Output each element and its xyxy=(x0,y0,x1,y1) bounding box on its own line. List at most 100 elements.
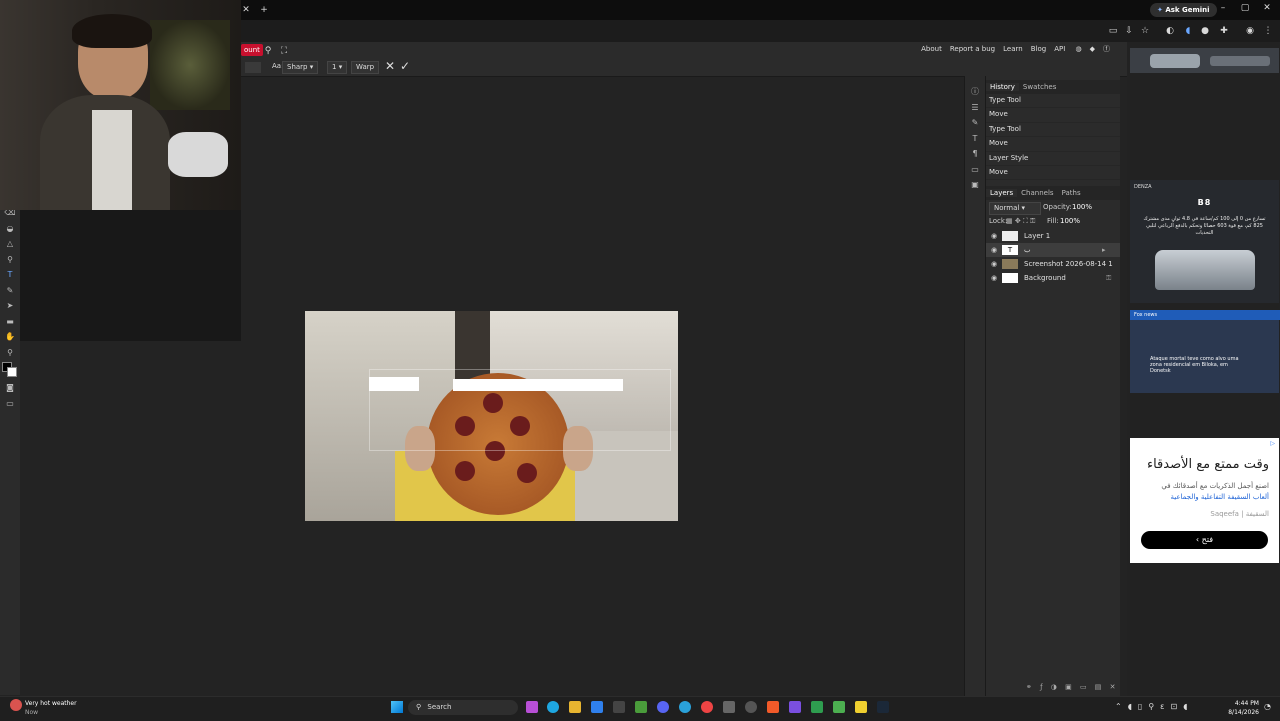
taskbar-search[interactable]: ⚲ Search xyxy=(408,700,518,715)
minimize-button[interactable]: – xyxy=(1212,3,1234,13)
commit-check-icon[interactable]: ✓ xyxy=(400,59,410,73)
weather-icon[interactable] xyxy=(10,699,22,711)
file-explorer-icon[interactable] xyxy=(569,701,581,713)
shape-tool-icon[interactable]: ▬ xyxy=(0,314,20,330)
menu-kebab-icon[interactable]: ⋮ xyxy=(1262,25,1274,37)
system-tray-icons[interactable]: ⌃◖▯⚲ε⊡◖ xyxy=(1115,702,1193,711)
fill-value[interactable]: 100% xyxy=(1060,217,1080,225)
discord-icon[interactable] xyxy=(657,701,669,713)
ad-saqeefa[interactable]: ▷ وقت ممتع مع الأصدقاء اصنع أجمل الذكريا… xyxy=(1130,438,1279,563)
dodge-tool-icon[interactable]: ⚲ xyxy=(0,252,20,268)
app-icon[interactable] xyxy=(833,701,845,713)
image-panel-icon[interactable]: ▣ xyxy=(965,177,985,193)
layer-effects-icon[interactable]: ▸ xyxy=(1102,243,1106,257)
app-icon[interactable] xyxy=(745,701,757,713)
quick-mask-icon[interactable]: ◙ xyxy=(0,380,20,396)
paragraph-panel-icon[interactable]: ¶ xyxy=(965,146,985,162)
path-select-tool-icon[interactable]: ➤ xyxy=(0,298,20,314)
layer-row[interactable]: ◉ Background ⚿ xyxy=(986,271,1120,285)
twitter-icon[interactable]: ◆ xyxy=(1090,45,1095,53)
text-orientation-icon[interactable] xyxy=(245,62,261,73)
warp-button[interactable]: Warp xyxy=(351,61,380,74)
history-item[interactable]: Move xyxy=(986,108,1120,123)
ad-open-button[interactable]: ‹ فتح xyxy=(1141,531,1268,549)
info-panel-icon[interactable]: ⓘ xyxy=(965,84,985,100)
tab-paths[interactable]: Paths xyxy=(1058,189,1085,197)
account-button[interactable]: ount xyxy=(241,44,263,56)
cast-icon[interactable]: ▭ xyxy=(1107,25,1119,37)
opacity-value[interactable]: 100% xyxy=(1072,203,1092,211)
transform-bounding-box[interactable] xyxy=(369,369,671,451)
sharpen-tool-icon[interactable]: △ xyxy=(0,236,20,252)
weather-title[interactable]: Very hot weather xyxy=(25,700,77,707)
canvas-text-layer[interactable] xyxy=(369,369,671,451)
cancel-icon[interactable]: ✕ xyxy=(385,59,395,73)
api-link[interactable]: API xyxy=(1054,45,1065,53)
report-bug-link[interactable]: Report a bug xyxy=(950,45,995,53)
app-icon[interactable] xyxy=(591,701,603,713)
layer-row[interactable]: ◉ Layer 1 xyxy=(986,229,1120,243)
excel-icon[interactable] xyxy=(811,701,823,713)
layer-row[interactable]: ◉ Screenshot 2026-08-14 1 xyxy=(986,257,1120,271)
type-tool-icon[interactable]: T xyxy=(0,267,20,283)
brave-icon[interactable] xyxy=(767,701,779,713)
blend-mode-select[interactable]: Normal ▾ xyxy=(989,202,1041,216)
app-icon[interactable] xyxy=(789,701,801,713)
ad-denza[interactable]: DENZA B8 تسارع من 0 إلى 100 كم/ساعة في 4… xyxy=(1130,180,1279,303)
layer-row-selected[interactable]: ◉ T ب ▸ xyxy=(986,243,1120,258)
color-swatches[interactable] xyxy=(0,360,20,380)
install-icon[interactable]: ⇩ xyxy=(1123,25,1135,37)
layers-footer-buttons[interactable]: ⚭ ƒ ◑ ▣ ▭ ▤ ✕ xyxy=(1026,683,1119,691)
ad-news[interactable]: Fox news Ataque mortal teve como alvo um… xyxy=(1130,310,1280,393)
history-item[interactable]: Move xyxy=(986,166,1120,181)
tab-history[interactable]: History xyxy=(986,83,1019,91)
profile-icon[interactable]: ◉ xyxy=(1244,25,1256,37)
blog-link[interactable]: Blog xyxy=(1031,45,1046,53)
notification-bell-icon[interactable]: ◔ xyxy=(1264,702,1271,711)
fullscreen-icon[interactable]: ⛶ xyxy=(278,45,290,57)
search-icon[interactable]: ⚲ xyxy=(262,45,274,57)
reddit-icon[interactable]: ◍ xyxy=(1076,45,1082,53)
history-item[interactable]: Type Tool xyxy=(986,123,1120,138)
hand-tool-icon[interactable]: ✋ xyxy=(0,329,20,345)
app-icon[interactable] xyxy=(613,701,625,713)
history-item[interactable]: Type Tool xyxy=(986,94,1120,109)
audio-icon[interactable]: ◖ xyxy=(1182,25,1194,37)
pen-tool-icon[interactable]: ✎ xyxy=(0,283,20,299)
ad-choices-icon[interactable]: ▷ xyxy=(1270,440,1275,447)
chrome-icon[interactable] xyxy=(701,701,713,713)
visibility-eye-icon[interactable]: ◉ xyxy=(991,257,997,271)
ask-gemini-button[interactable]: ✦ Ask Gemini xyxy=(1150,3,1217,17)
css-panel-icon[interactable]: ▭ xyxy=(965,162,985,178)
app-icon[interactable] xyxy=(855,701,867,713)
close-tab-icon[interactable]: ✕ xyxy=(240,4,252,16)
visibility-eye-icon[interactable]: ◉ xyxy=(991,229,997,243)
learn-link[interactable]: Learn xyxy=(1003,45,1023,53)
clock-time[interactable]: 4:44 PM xyxy=(1225,700,1259,707)
background-color[interactable] xyxy=(7,367,17,377)
extension-icon[interactable]: ◐ xyxy=(1164,25,1176,37)
bookmark-star-icon[interactable]: ☆ xyxy=(1139,25,1151,37)
tab-swatches[interactable]: Swatches xyxy=(1019,83,1060,91)
extension-2-icon[interactable]: ● xyxy=(1199,25,1211,37)
new-tab-icon[interactable]: + xyxy=(258,4,270,16)
about-link[interactable]: About xyxy=(921,45,942,53)
start-windows-icon[interactable] xyxy=(391,701,403,713)
tab-channels[interactable]: Channels xyxy=(1017,189,1057,197)
tab-layers[interactable]: Layers xyxy=(986,189,1018,198)
brush-panel-icon[interactable]: ✎ xyxy=(965,115,985,131)
antialias-select[interactable]: Sharp ▾ xyxy=(282,61,319,74)
size-select[interactable]: 1 ▾ xyxy=(327,61,348,74)
puzzle-extensions-icon[interactable]: ✚ xyxy=(1218,25,1230,37)
facebook-icon[interactable]: ⓕ xyxy=(1103,45,1110,53)
ad-banner-car[interactable] xyxy=(1130,48,1279,73)
xbox-icon[interactable] xyxy=(635,701,647,713)
history-item[interactable]: Layer Style xyxy=(986,152,1120,166)
history-item[interactable]: Move xyxy=(986,137,1120,152)
app-icon[interactable] xyxy=(723,701,735,713)
telegram-icon[interactable] xyxy=(679,701,691,713)
app-icon[interactable] xyxy=(526,701,538,713)
visibility-eye-icon[interactable]: ◉ xyxy=(991,271,997,285)
visibility-eye-icon[interactable]: ◉ xyxy=(991,243,997,257)
maximize-button[interactable]: ▢ xyxy=(1234,3,1256,13)
